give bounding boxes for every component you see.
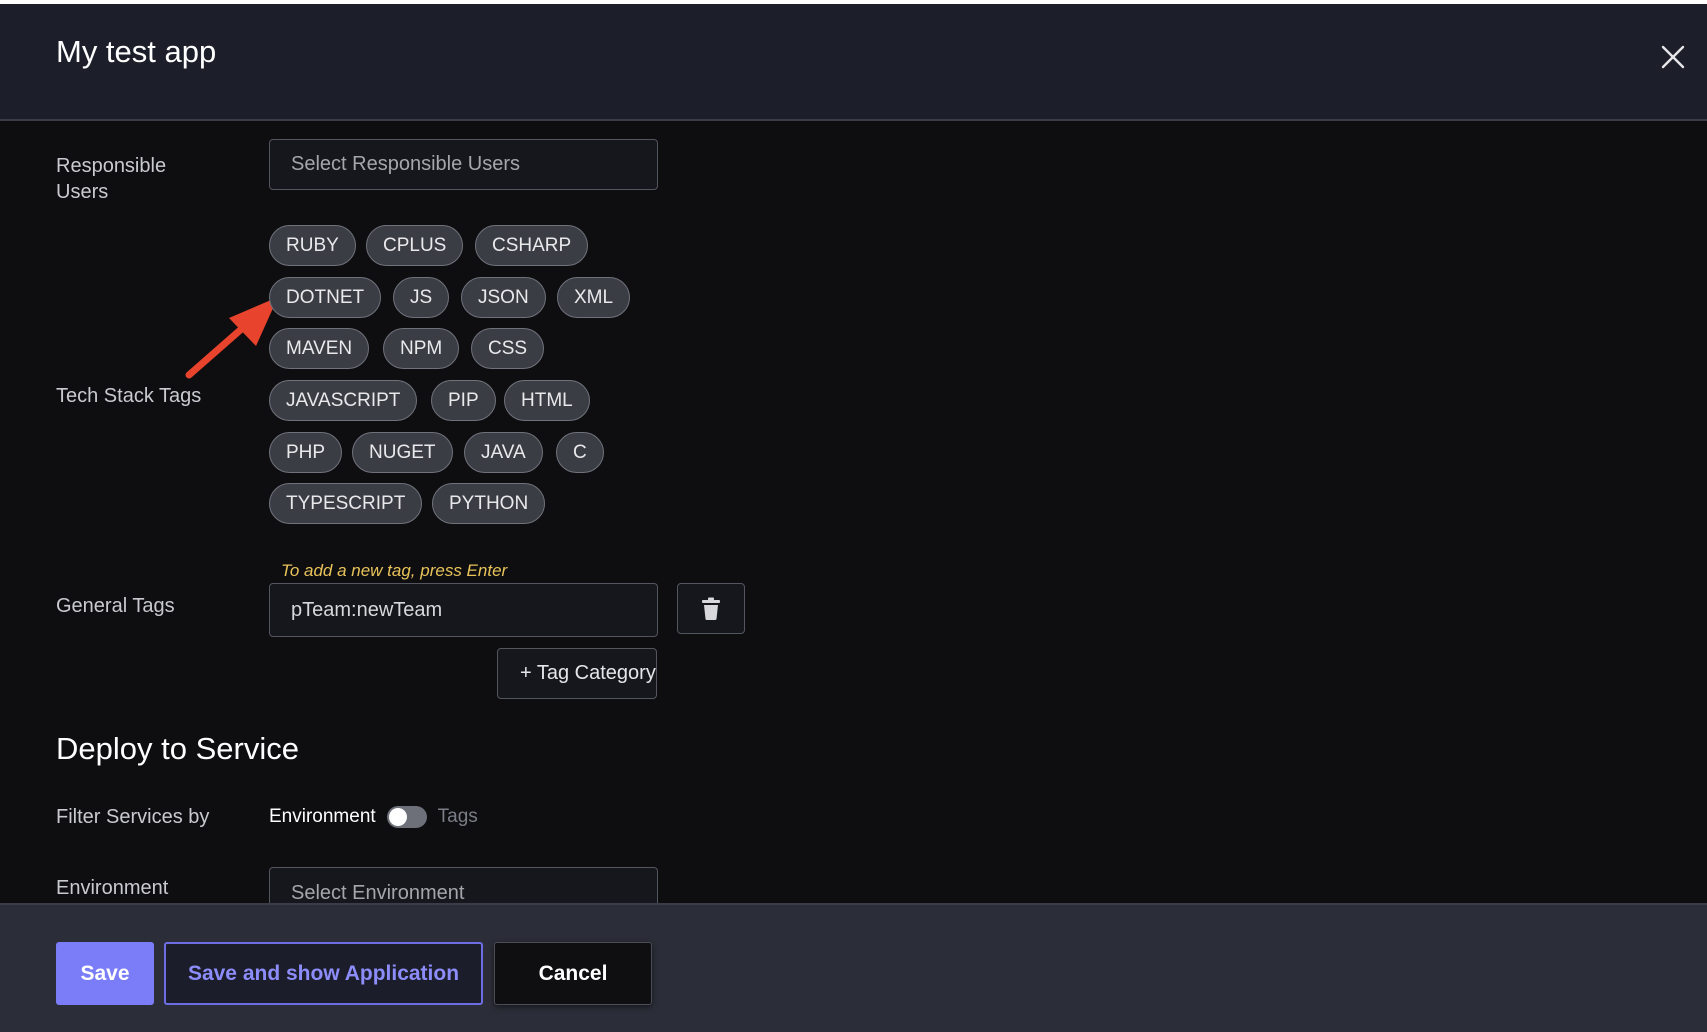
environment-label: Environment <box>56 877 169 899</box>
filter-services-label: Filter Services by <box>56 806 210 828</box>
responsible-users-label: Responsible Users <box>56 155 167 203</box>
tech-tag-npm[interactable]: NPM <box>383 328 460 369</box>
responsible-users-select[interactable]: Select Responsible Users <box>269 139 658 190</box>
general-tags-input[interactable]: pTeam:newTeam <box>269 583 658 637</box>
close-icon <box>1661 45 1685 69</box>
toggle-option-environment: Environment <box>269 806 376 827</box>
filter-toggle[interactable] <box>386 806 427 828</box>
dialog-header: My test app <box>0 4 1707 121</box>
trash-icon <box>702 597 720 620</box>
general-tags-value: pTeam:newTeam <box>291 598 443 621</box>
tech-tag-json[interactable]: JSON <box>461 277 546 318</box>
tech-tag-dotnet[interactable]: DOTNET <box>269 277 382 318</box>
tech-tag-maven[interactable]: MAVEN <box>269 328 370 369</box>
environment-select[interactable]: Select Environment <box>269 867 658 903</box>
tech-tag-php[interactable]: PHP <box>269 432 343 473</box>
tech-stack-label: Tech Stack Tags <box>56 385 202 407</box>
tech-tag-c[interactable]: C <box>556 432 604 473</box>
dialog-title: My test app <box>56 34 217 69</box>
delete-tag-button[interactable] <box>677 583 745 634</box>
tech-tag-cplus[interactable]: CPLUS <box>366 225 464 266</box>
general-tags-label: General Tags <box>56 595 175 617</box>
close-button[interactable] <box>1656 40 1690 74</box>
cancel-button[interactable]: Cancel <box>494 942 652 1005</box>
tech-tag-pip[interactable]: PIP <box>431 380 496 421</box>
deploy-section-title: Deploy to Service <box>56 731 299 766</box>
tech-tag-css[interactable]: CSS <box>471 328 545 369</box>
tag-hint: To add a new tag, press Enter <box>281 561 508 580</box>
tech-tag-xml[interactable]: XML <box>557 277 631 318</box>
responsible-users-placeholder: Select Responsible Users <box>291 153 520 175</box>
tech-tag-ruby[interactable]: RUBY <box>269 225 356 266</box>
tech-tag-typescript[interactable]: TYPESCRIPT <box>269 483 423 524</box>
add-tag-category-label: + Tag Category <box>520 662 656 684</box>
save-button[interactable]: Save <box>56 942 154 1005</box>
save-and-show-button[interactable]: Save and show Application <box>164 942 483 1005</box>
toggle-option-tags: Tags <box>437 806 478 827</box>
environment-placeholder: Select Environment <box>291 882 465 903</box>
tech-tag-html[interactable]: HTML <box>504 380 590 421</box>
tech-tag-java[interactable]: JAVA <box>464 432 543 473</box>
add-tag-category-button[interactable]: + Tag Category <box>497 648 657 699</box>
tech-tag-js[interactable]: JS <box>393 277 450 318</box>
filter-toggle-row: Environment Tags <box>269 802 478 832</box>
dialog-body: Responsible Users Select Responsible Use… <box>0 121 1707 903</box>
tech-tag-csharp[interactable]: CSHARP <box>475 225 589 266</box>
tech-tag-python[interactable]: PYTHON <box>432 483 546 524</box>
tech-tag-javascript[interactable]: JAVASCRIPT <box>269 380 418 421</box>
tech-tag-nuget[interactable]: NUGET <box>352 432 453 473</box>
toggle-knob <box>388 808 407 826</box>
dialog-footer: Save Save and show Application Cancel <box>0 903 1707 1032</box>
